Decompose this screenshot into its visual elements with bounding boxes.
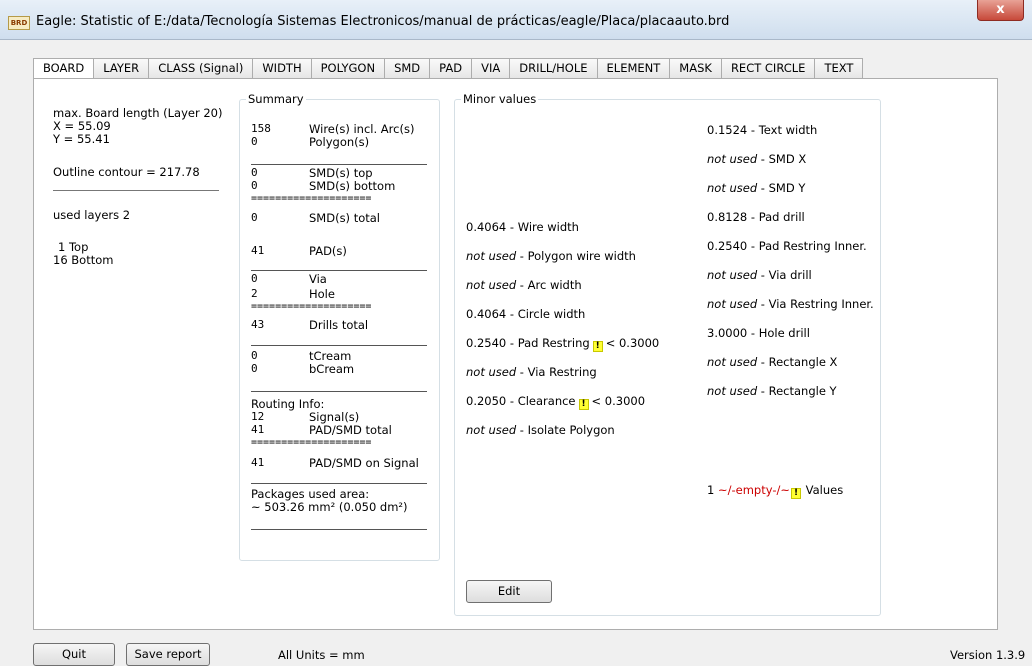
warning-icon: ! [578, 399, 589, 410]
pad-restring-value: 0.2540 - Pad Restring! < 0.3000 [466, 336, 660, 352]
drills-total-count: 43 [251, 318, 265, 331]
smd-bottom-count: 0 [251, 179, 258, 192]
save-report-button[interactable]: Save report [126, 643, 210, 666]
routing-info-label: Routing Info: [251, 397, 325, 411]
smd-y-value: not used - SMD Y [707, 181, 806, 195]
layer-top: 1 Top [58, 240, 89, 254]
summary-group: Summary 158 Wire(s) incl. Arc(s) 0 Polyg… [239, 92, 440, 561]
tab-mask[interactable]: MASK [670, 58, 722, 79]
tab-text[interactable]: TEXT [815, 58, 864, 79]
smd-top-label: SMD(s) top [309, 166, 373, 180]
pad-count: 41 [251, 244, 265, 257]
arc-width-value: not used - Arc width [466, 278, 582, 292]
tab-bar: BOARD LAYER CLASS (Signal) WIDTH POLYGON… [33, 58, 864, 80]
bcream-count: 0 [251, 362, 258, 375]
minor-values-group: Minor values 0.4064 - Wire width not use… [454, 92, 881, 616]
hole-drill-value: 3.0000 - Hole drill [707, 326, 810, 340]
tcream-label: tCream [309, 349, 352, 363]
app-icon: BRD [8, 16, 30, 30]
signal-label: Signal(s) [309, 410, 360, 424]
divider [53, 190, 219, 191]
tab-class-signal[interactable]: CLASS (Signal) [149, 58, 254, 79]
tab-board[interactable]: BOARD [33, 58, 95, 80]
tab-via[interactable]: VIA [472, 58, 511, 79]
layer-bottom: 16 Bottom [53, 253, 114, 267]
circle-width-value: 0.4064 - Circle width [466, 307, 586, 321]
via-drill-value: not used - Via drill [707, 268, 812, 282]
board-x-value: X = 55.09 [53, 119, 111, 133]
outline-contour: Outline contour = 217.78 [53, 165, 200, 179]
warning-icon: ! [592, 341, 603, 352]
divider [251, 164, 427, 165]
tab-layer[interactable]: LAYER [94, 58, 150, 79]
via-restring-inner-value: not used - Via Restring Inner. [707, 297, 874, 311]
separator-line: ==================== [251, 437, 372, 448]
rectangle-y-value: not used - Rectangle Y [707, 384, 837, 398]
title-bar: BRD Eagle: Statistic of E:/data/Tecnolog… [0, 0, 1032, 40]
warning-icon: ! [791, 488, 801, 499]
smd-top-count: 0 [251, 166, 258, 179]
wire-width-value: 0.4064 - Wire width [466, 220, 579, 234]
edit-button[interactable]: Edit [466, 580, 552, 603]
polygon-label: Polygon(s) [309, 135, 370, 149]
board-length-label: max. Board length (Layer 20) [53, 106, 223, 120]
text-width-value: 0.1524 - Text width [707, 123, 818, 137]
pad-smd-signal-count: 41 [251, 456, 265, 469]
polygon-wire-width-value: not used - Polygon wire width [466, 249, 636, 263]
tab-width[interactable]: WIDTH [253, 58, 312, 79]
used-layers: used layers 2 [53, 208, 131, 222]
quit-button[interactable]: Quit [33, 643, 115, 666]
window-title: Eagle: Statistic of E:/data/Tecnología S… [36, 14, 730, 29]
packages-area-value: ~ 503.26 mm² (0.050 dm²) [251, 500, 408, 514]
units-label: All Units = mm [278, 648, 365, 662]
wire-count: 158 [251, 122, 271, 135]
separator-line: ==================== [251, 301, 372, 312]
via-label: Via [309, 272, 327, 286]
divider [251, 483, 427, 484]
smd-bottom-label: SMD(s) bottom [309, 179, 396, 193]
tab-element[interactable]: ELEMENT [597, 58, 671, 79]
board-panel: max. Board length (Layer 20) X = 55.09 Y… [33, 78, 998, 630]
bcream-label: bCream [309, 362, 355, 376]
tab-rect-circle[interactable]: RECT CIRCLE [721, 58, 816, 79]
close-button[interactable]: x [977, 0, 1024, 21]
divider [251, 345, 427, 346]
tab-smd[interactable]: SMD [385, 58, 431, 79]
isolate-polygon-value: not used - Isolate Polygon [466, 423, 615, 437]
pad-restring-inner-value: 0.2540 - Pad Restring Inner. [707, 239, 867, 253]
hole-count: 2 [251, 287, 258, 300]
via-restring-value: not used - Via Restring [466, 365, 597, 379]
tab-drill-hole[interactable]: DRILL/HOLE [510, 58, 598, 79]
tab-polygon[interactable]: POLYGON [311, 58, 386, 79]
pad-smd-total-count: 41 [251, 423, 265, 436]
tcream-count: 0 [251, 349, 258, 362]
empty-values-summary: 1 ~/-empty-/~! Values [707, 483, 844, 499]
separator-line: ==================== [251, 193, 372, 204]
divider [251, 270, 427, 271]
pad-smd-total-label: PAD/SMD total [309, 423, 392, 437]
smd-total-label: SMD(s) total [309, 211, 380, 225]
minor-values-title: Minor values [461, 92, 539, 106]
divider [251, 391, 427, 392]
drills-total-label: Drills total [309, 318, 369, 332]
divider [251, 529, 427, 530]
pad-smd-signal-label: PAD/SMD on Signal [309, 456, 419, 470]
packages-area-label: Packages used area: [251, 487, 370, 501]
board-y-value: Y = 55.41 [53, 132, 110, 146]
pad-label: PAD(s) [309, 244, 347, 258]
via-count: 0 [251, 272, 258, 285]
polygon-count: 0 [251, 135, 258, 148]
wire-label: Wire(s) incl. Arc(s) [309, 122, 415, 136]
pad-drill-value: 0.8128 - Pad drill [707, 210, 805, 224]
summary-title: Summary [246, 92, 306, 106]
hole-label: Hole [309, 287, 335, 301]
rectangle-x-value: not used - Rectangle X [707, 355, 838, 369]
signal-count: 12 [251, 410, 265, 423]
version-label: Version 1.3.9 [950, 648, 1026, 662]
tab-pad[interactable]: PAD [430, 58, 473, 79]
clearance-value: 0.2050 - Clearance! < 0.3000 [466, 394, 646, 410]
smd-total-count: 0 [251, 211, 258, 224]
smd-x-value: not used - SMD X [707, 152, 807, 166]
